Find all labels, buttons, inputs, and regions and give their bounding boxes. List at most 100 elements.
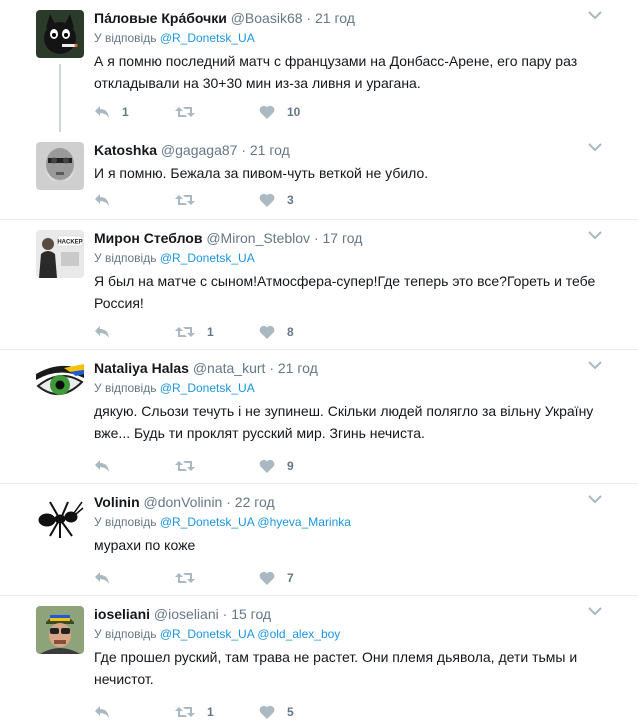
like-button[interactable]: 9	[259, 456, 294, 476]
author-username[interactable]: @ioseliani	[154, 606, 219, 622]
reply-count: 1	[122, 105, 129, 119]
retweet-icon	[175, 327, 195, 337]
like-button[interactable]: 3	[259, 190, 294, 210]
reply-icon	[95, 706, 109, 718]
heart-icon	[259, 325, 275, 339]
chevron-down-icon[interactable]	[588, 142, 602, 152]
separator: ·	[269, 360, 274, 376]
thread-connector	[59, 64, 61, 140]
reply-icon	[95, 460, 109, 472]
avatar[interactable]	[36, 494, 84, 542]
separator: ·	[306, 10, 312, 26]
tweet[interactable]: ioseliani @ioseliani · 15 год У відповід…	[0, 596, 638, 726]
man-with-helmet-avatar-icon	[36, 606, 84, 654]
like-count: 7	[287, 571, 294, 585]
heart-icon	[259, 459, 275, 473]
tweet-text: Где прошел руский, там трава не растет. …	[94, 649, 578, 687]
retweet-count: 1	[207, 705, 214, 719]
mention-link[interactable]: @R_Donetsk_UA	[160, 251, 255, 265]
separator: ·	[226, 494, 231, 510]
reply-button[interactable]: 1	[94, 102, 129, 122]
tweet[interactable]: Katoshka @gagaga87 · 21 год И я помню. Б…	[0, 132, 638, 220]
reply-to-label: У відповідь	[94, 381, 157, 395]
reply-icon	[95, 326, 109, 338]
reply-button[interactable]	[94, 702, 122, 722]
avatar[interactable]: HACKEP	[36, 230, 84, 278]
avatar[interactable]	[36, 360, 84, 408]
separator: ·	[313, 230, 319, 246]
chevron-down-icon[interactable]	[588, 230, 602, 240]
retweet-icon	[175, 461, 195, 471]
timestamp[interactable]: 21 год	[315, 10, 355, 26]
author-username[interactable]: @Miron_Steblov	[206, 230, 310, 246]
retweet-icon	[175, 107, 195, 117]
mention-link[interactable]: @R_Donetsk_UA	[160, 627, 254, 641]
timestamp[interactable]: 17 год	[323, 230, 363, 246]
author-username[interactable]: @donVolinin	[144, 494, 223, 510]
reply-button[interactable]	[94, 568, 122, 588]
tweet-text: дякую. Сльози течуть і не зупинеш. Скіль…	[94, 403, 594, 441]
avatar[interactable]	[36, 606, 84, 654]
like-count: 9	[287, 459, 294, 473]
author-name[interactable]: ioseliani	[94, 606, 150, 622]
retweet-icon	[175, 573, 195, 583]
green-eye-avatar-icon	[36, 360, 84, 408]
mention-link[interactable]: @R_Donetsk_UA	[160, 31, 255, 45]
retweet-button[interactable]	[175, 190, 207, 210]
reply-button[interactable]	[94, 322, 122, 342]
like-button[interactable]: 7	[259, 568, 294, 588]
mention-link[interactable]: @old_alex_boy	[257, 627, 340, 641]
tweet-text: Я был на матче с сыном!Атмосфера-супер!Г…	[94, 273, 596, 311]
timestamp[interactable]: 15 год	[231, 606, 271, 622]
heart-icon	[259, 571, 275, 585]
reply-button[interactable]	[94, 456, 122, 476]
like-count: 5	[287, 705, 294, 719]
like-button[interactable]: 8	[259, 322, 294, 342]
timestamp[interactable]: 21 год	[278, 360, 318, 376]
timestamp[interactable]: 21 год	[250, 142, 290, 158]
chevron-down-icon[interactable]	[588, 494, 602, 504]
reply-button[interactable]	[94, 190, 122, 210]
like-count: 8	[287, 325, 294, 339]
like-button[interactable]: 5	[259, 702, 294, 722]
author-username[interactable]: @gagaga87	[161, 142, 238, 158]
author-name[interactable]: Па́ловые Кра́бочки	[94, 10, 227, 26]
retweet-button[interactable]	[175, 102, 207, 122]
author-username[interactable]: @Boasik68	[231, 10, 303, 26]
bearded-man-avatar-icon	[36, 142, 84, 190]
heart-icon	[259, 705, 275, 719]
mention-link[interactable]: @R_Donetsk_UA	[160, 381, 255, 395]
author-name[interactable]: Мирон Стеблов	[94, 230, 202, 246]
author-name[interactable]: Nataliya Halas	[94, 360, 189, 376]
ant-avatar-icon	[36, 494, 84, 542]
avatar[interactable]	[36, 142, 84, 190]
reply-to-label: У відповідь	[94, 251, 157, 265]
mention-link[interactable]: @hyeva_Marinka	[257, 515, 351, 529]
timestamp[interactable]: 22 год	[235, 494, 275, 510]
reply-to-label: У відповідь	[94, 31, 157, 45]
separator: ·	[222, 606, 228, 622]
separator: ·	[241, 142, 246, 158]
author-username[interactable]: @nata_kurt	[193, 360, 266, 376]
retweet-button[interactable]: 1	[175, 322, 214, 342]
retweet-button[interactable]	[175, 456, 207, 476]
tweet[interactable]: Nataliya Halas @nata_kurt · 21 год У від…	[0, 350, 638, 484]
tweet[interactable]: HACKEP Мирон Стеблов @Miron_Steblov · 17…	[0, 220, 638, 350]
like-button[interactable]: 10	[259, 102, 300, 122]
retweet-button[interactable]: 1	[175, 702, 214, 722]
heart-icon	[259, 105, 275, 119]
tweet[interactable]: Па́ловые Кра́бочки @Boasik68 · 21 год У …	[0, 0, 638, 140]
mention-link[interactable]: @R_Donetsk_UA	[160, 515, 254, 529]
author-name[interactable]: Volinin	[94, 494, 140, 510]
chevron-down-icon[interactable]	[588, 606, 602, 616]
avatar[interactable]	[36, 10, 84, 58]
reply-icon	[95, 572, 109, 584]
chevron-down-icon[interactable]	[588, 360, 602, 370]
reply-icon	[95, 106, 109, 118]
author-name[interactable]: Katoshka	[94, 142, 157, 158]
tweet[interactable]: Volinin @donVolinin · 22 год У відповідь…	[0, 484, 638, 596]
heart-icon	[259, 193, 275, 207]
chevron-down-icon[interactable]	[588, 10, 602, 20]
retweet-button[interactable]	[175, 568, 207, 588]
retweet-count: 1	[207, 325, 214, 339]
